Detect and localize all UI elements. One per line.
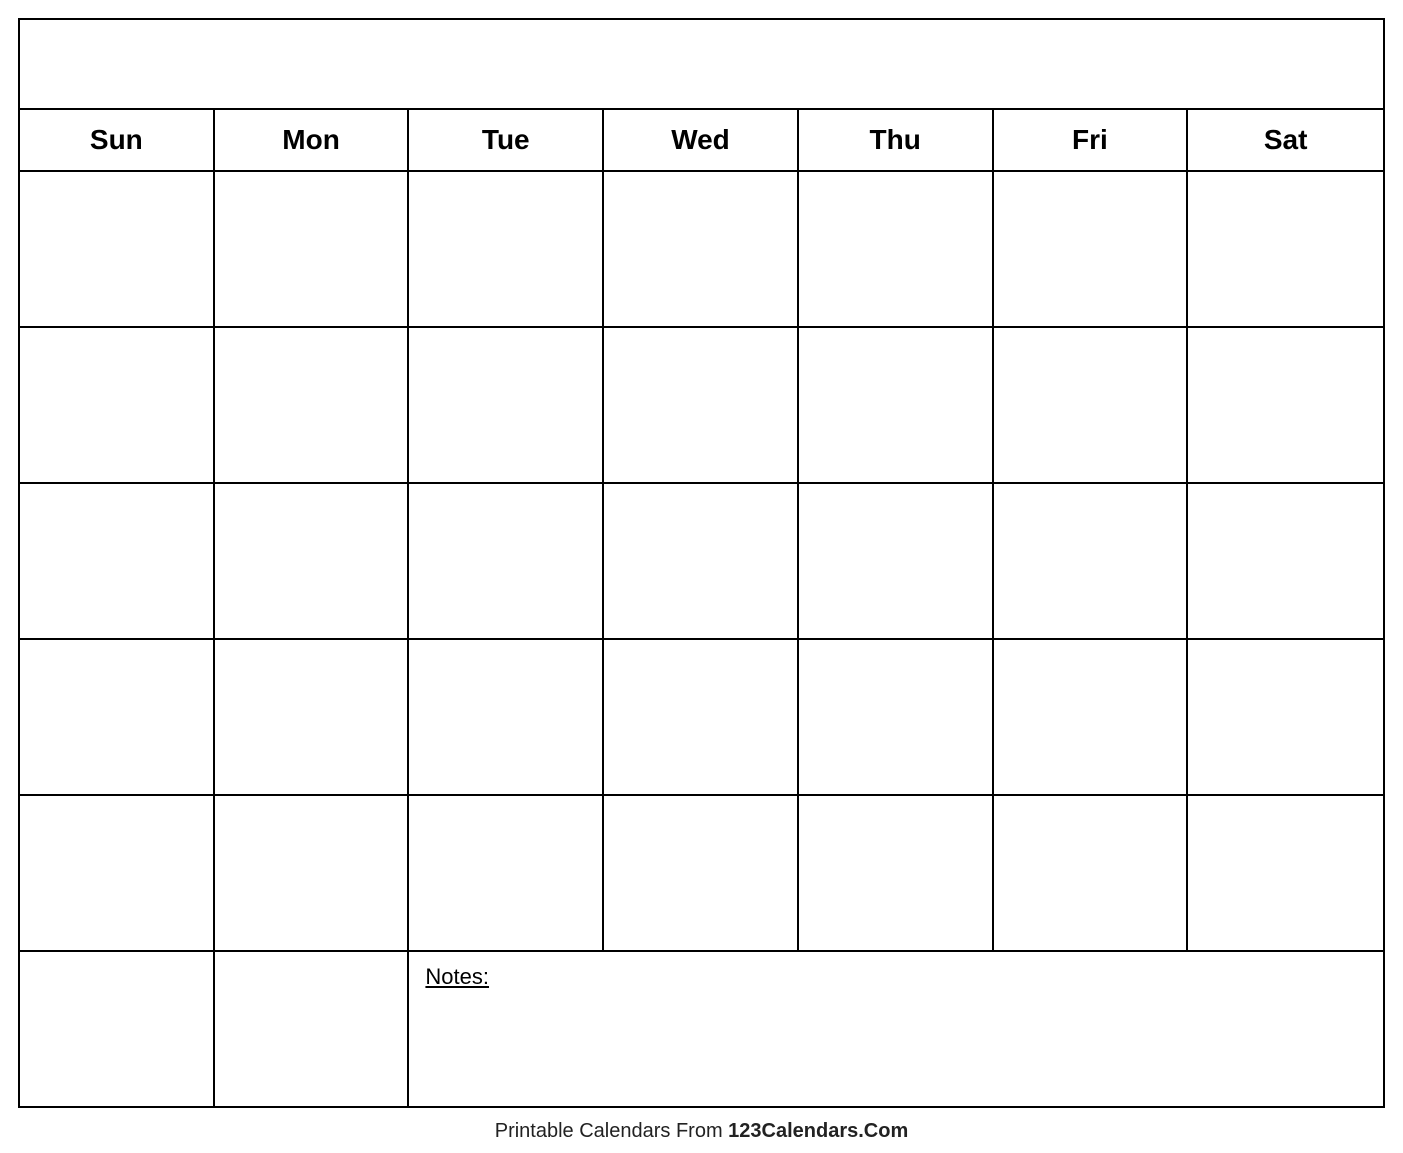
week1-sun xyxy=(20,172,215,326)
week2-wed xyxy=(604,328,799,482)
header-fri: Fri xyxy=(994,110,1189,170)
header-tue: Tue xyxy=(409,110,604,170)
week1-tue xyxy=(409,172,604,326)
week5-sat xyxy=(1188,796,1383,950)
week2-sun xyxy=(20,328,215,482)
week1-mon xyxy=(215,172,410,326)
week2-thu xyxy=(799,328,994,482)
week-row-3 xyxy=(20,484,1383,640)
header-sun: Sun xyxy=(20,110,215,170)
week4-tue xyxy=(409,640,604,794)
week3-thu xyxy=(799,484,994,638)
week4-wed xyxy=(604,640,799,794)
week4-sun xyxy=(20,640,215,794)
header-sat: Sat xyxy=(1188,110,1383,170)
week5-thu xyxy=(799,796,994,950)
header-thu: Thu xyxy=(799,110,994,170)
page-wrapper: Sun Mon Tue Wed Thu Fri Sat xyxy=(0,0,1403,1153)
week5-tue xyxy=(409,796,604,950)
notes-label: Notes: xyxy=(425,964,489,989)
week-row-1 xyxy=(20,172,1383,328)
footer-text-plain: Printable Calendars From xyxy=(495,1120,728,1142)
header-wed: Wed xyxy=(604,110,799,170)
notes-empty-mon xyxy=(215,952,410,1106)
week5-fri xyxy=(994,796,1189,950)
week3-tue xyxy=(409,484,604,638)
notes-row: Notes: xyxy=(20,952,1383,1106)
footer-text-bold: 123Calendars.Com xyxy=(728,1120,908,1142)
week-row-2 xyxy=(20,328,1383,484)
week4-fri xyxy=(994,640,1189,794)
notes-content: Notes: xyxy=(409,952,1383,1106)
calendar-container: Sun Mon Tue Wed Thu Fri Sat xyxy=(18,18,1385,1108)
week4-mon xyxy=(215,640,410,794)
week3-sat xyxy=(1188,484,1383,638)
week3-wed xyxy=(604,484,799,638)
week4-thu xyxy=(799,640,994,794)
week4-sat xyxy=(1188,640,1383,794)
week-row-4 xyxy=(20,640,1383,796)
week5-sun xyxy=(20,796,215,950)
week1-thu xyxy=(799,172,994,326)
footer: Printable Calendars From 123Calendars.Co… xyxy=(18,1108,1385,1153)
week3-fri xyxy=(994,484,1189,638)
week3-sun xyxy=(20,484,215,638)
week5-mon xyxy=(215,796,410,950)
calendar-grid: Sun Mon Tue Wed Thu Fri Sat xyxy=(20,110,1383,1106)
calendar-title-row xyxy=(20,20,1383,110)
week3-mon xyxy=(215,484,410,638)
week2-sat xyxy=(1188,328,1383,482)
week2-tue xyxy=(409,328,604,482)
week-row-5 xyxy=(20,796,1383,952)
week2-fri xyxy=(994,328,1189,482)
week1-sat xyxy=(1188,172,1383,326)
calendar-weeks: Notes: xyxy=(20,172,1383,1106)
calendar-header-row: Sun Mon Tue Wed Thu Fri Sat xyxy=(20,110,1383,172)
week1-wed xyxy=(604,172,799,326)
notes-empty-sun xyxy=(20,952,215,1106)
week1-fri xyxy=(994,172,1189,326)
header-mon: Mon xyxy=(215,110,410,170)
week5-wed xyxy=(604,796,799,950)
week2-mon xyxy=(215,328,410,482)
